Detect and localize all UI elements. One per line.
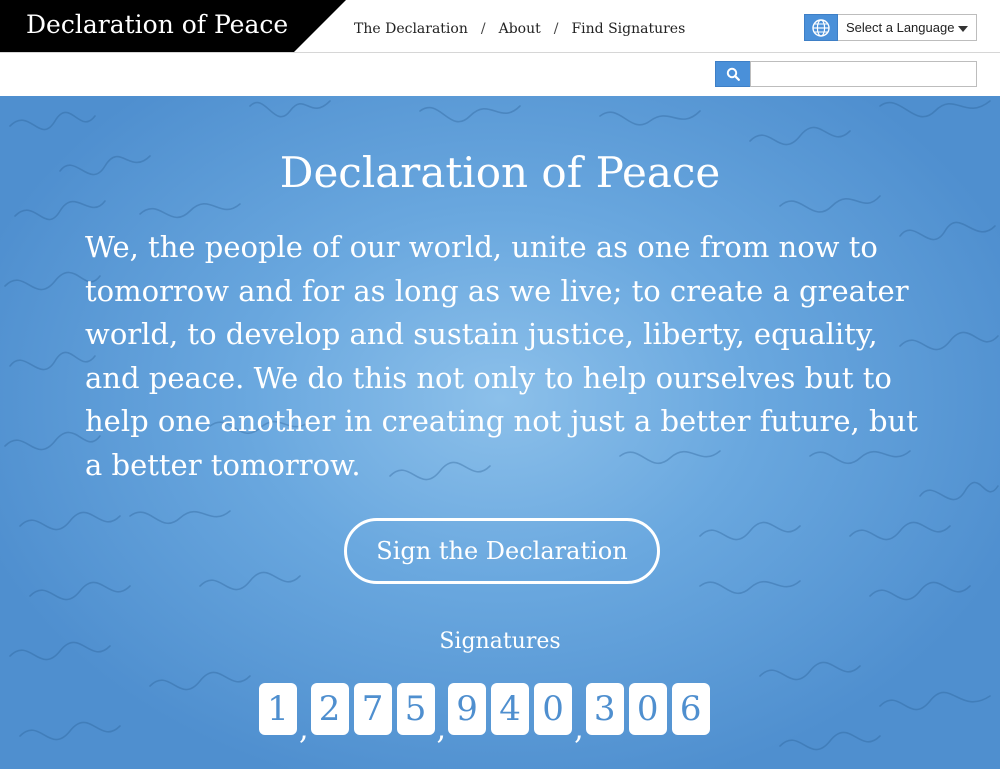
nav-find-signatures[interactable]: Find Signatures [571, 21, 685, 37]
language-selector[interactable]: Select a Language [804, 14, 977, 41]
nav-separator: / [553, 21, 559, 37]
site-title[interactable]: Declaration of Peace [26, 10, 288, 39]
globe-icon[interactable] [804, 14, 838, 41]
counter-digit: 2 [310, 683, 349, 735]
counter-digit: 1 [259, 683, 297, 735]
search-bar [0, 53, 1000, 96]
brand-logo[interactable]: Declaration of Peace [0, 0, 360, 52]
nav-the-declaration[interactable]: The Declaration [354, 21, 468, 37]
sign-declaration-button[interactable]: Sign the Declaration [344, 518, 660, 584]
hero-title: Declaration of Peace [279, 148, 721, 197]
counter-comma: , [299, 712, 309, 747]
counter-digit: 0 [534, 683, 573, 735]
search-button[interactable] [715, 61, 751, 87]
hero-section: Declaration of Peace We, the people of o… [0, 96, 1000, 769]
main-nav: The Declaration / About / Find Signature… [354, 21, 685, 37]
language-dropdown[interactable]: Select a Language [838, 14, 977, 41]
signatures-label: Signatures [439, 629, 561, 654]
signature-counter: 1,275,940,306 [259, 677, 715, 745]
counter-digit: 7 [353, 683, 392, 735]
counter-digit: 5 [396, 683, 435, 735]
counter-digit: 4 [491, 683, 530, 735]
counter-digit: 9 [448, 683, 487, 735]
search-icon [726, 67, 740, 81]
top-navigation: Declaration of Peace The Declaration / A… [0, 0, 1000, 53]
search-input[interactable] [750, 61, 977, 87]
counter-comma: , [574, 712, 584, 747]
declaration-text: We, the people of our world, unite as on… [85, 230, 918, 482]
nav-separator: / [480, 21, 486, 37]
counter-digit: 3 [585, 683, 624, 735]
counter-digit: 6 [671, 683, 710, 735]
language-dropdown-value: Select a Language [846, 20, 955, 35]
nav-about[interactable]: About [499, 21, 541, 37]
counter-comma: , [436, 712, 447, 747]
chevron-down-icon [958, 26, 968, 32]
counter-digit: 0 [628, 683, 667, 735]
